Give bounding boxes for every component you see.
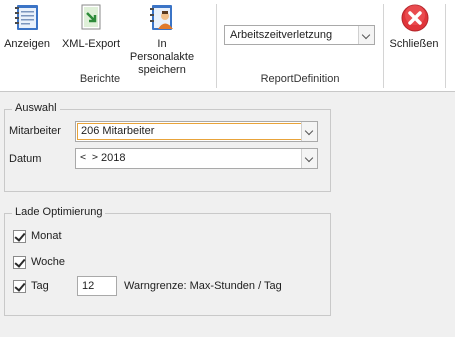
- report-definition-select[interactable]: Arbeitszeitverletzung: [224, 25, 375, 45]
- tag-label[interactable]: Tag: [31, 280, 49, 292]
- report-definition-value: Arbeitszeitverletzung: [230, 29, 333, 41]
- datum-select[interactable]: < > 2018: [75, 148, 318, 169]
- personalakte-save-button[interactable]: In Personalakte speichern: [128, 2, 196, 77]
- chevron-down-icon[interactable]: [358, 26, 374, 44]
- datum-label: Datum: [9, 153, 42, 165]
- ribbon: Anzeigen XML-Export In Personalakte spei…: [0, 0, 455, 92]
- ribbon-separator: [383, 4, 384, 88]
- personnel-file-icon: [148, 2, 176, 32]
- monat-label[interactable]: Monat: [31, 230, 62, 242]
- chevron-down-icon[interactable]: [301, 122, 317, 141]
- datum-value: 2018: [101, 152, 126, 164]
- mitarbeiter-select[interactable]: 206 Mitarbeiter: [75, 121, 318, 142]
- mitarbeiter-value: 206 Mitarbeiter: [81, 125, 155, 137]
- anzeigen-label: Anzeigen: [4, 38, 50, 50]
- xml-export-label: XML-Export: [61, 38, 121, 50]
- datum-nav-arrows[interactable]: < >: [80, 152, 98, 163]
- ribbon-separator: [445, 4, 446, 88]
- close-button[interactable]: Schließen: [386, 2, 442, 51]
- tag-hours-input[interactable]: 12: [77, 276, 117, 296]
- woche-checkbox[interactable]: [13, 256, 26, 269]
- xml-export-button[interactable]: XML-Export: [58, 2, 124, 51]
- tag-checkbox[interactable]: [13, 280, 26, 293]
- monat-checkbox[interactable]: [13, 230, 26, 243]
- berichte-group-label: Berichte: [79, 73, 121, 85]
- chevron-down-icon[interactable]: [301, 149, 317, 168]
- lade-optimierung-legend: Lade Optimierung: [12, 206, 106, 218]
- anzeigen-button[interactable]: Anzeigen: [2, 2, 52, 51]
- mitarbeiter-label: Mitarbeiter: [9, 125, 61, 137]
- close-icon: [400, 3, 429, 33]
- close-label: Schließen: [389, 38, 439, 50]
- personalakte-label-line1: In Personalakte: [129, 38, 195, 63]
- auswahl-legend: Auswahl: [12, 102, 60, 114]
- report-view-icon: [13, 2, 41, 32]
- woche-label[interactable]: Woche: [31, 256, 65, 268]
- warngrenze-label: Warngrenze: Max-Stunden / Tag: [124, 280, 282, 292]
- reportdefinition-group-label: ReportDefinition: [260, 73, 340, 85]
- ribbon-separator: [216, 4, 217, 88]
- xml-export-icon: [77, 2, 105, 32]
